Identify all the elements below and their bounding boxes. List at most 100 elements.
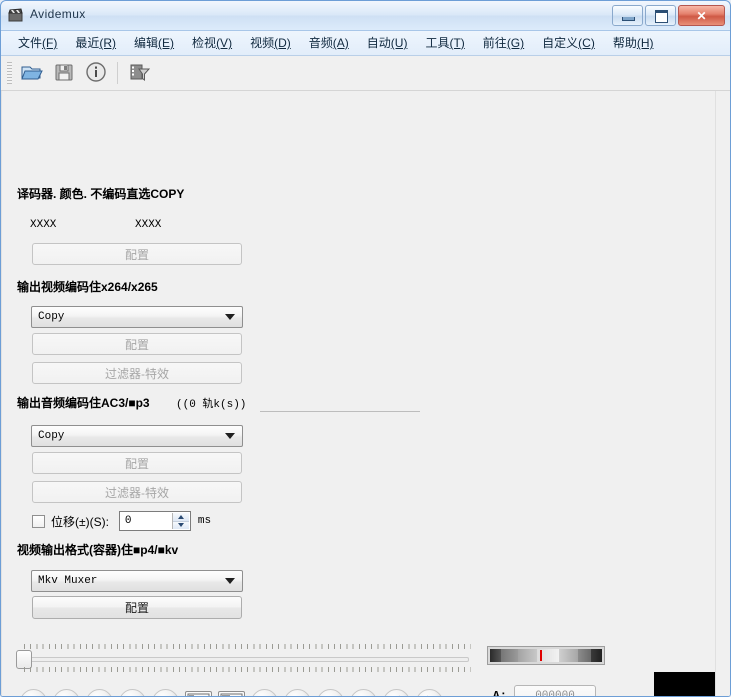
video-configure-label: 配置 (124, 337, 149, 352)
strip-segment (578, 649, 591, 662)
menu-item-auto[interactable]: 自动(U) (358, 31, 417, 55)
menu-label: 视频 (250, 36, 275, 50)
menu-mnemonic: (U) (390, 36, 408, 50)
menu-label: 自动 (366, 36, 391, 50)
title-bar: Avidemux ✕ (1, 1, 730, 31)
menu-item-help[interactable]: 帮助(H) (604, 31, 663, 55)
main-content: 译码器. 颜色. 不编码直选COPY XXXX XXXX 配置 输出视频编码住x… (1, 91, 730, 696)
strip-segment (490, 649, 502, 662)
filters-button[interactable] (123, 58, 155, 88)
menu-item-custom[interactable]: 自定义(C) (533, 31, 604, 55)
save-file-button[interactable] (48, 58, 80, 88)
stepper-up-icon[interactable] (172, 513, 189, 521)
info-button[interactable] (80, 58, 112, 88)
marker-a-field[interactable]: 000000 (514, 685, 596, 696)
rewind-button[interactable] (119, 689, 146, 696)
slider-ticks-top (24, 644, 471, 649)
menu-item-audio[interactable]: 音频(A) (300, 31, 358, 55)
previous-button[interactable] (53, 689, 80, 696)
audio-codec-select[interactable]: Copy (31, 425, 243, 447)
container-muxer-select[interactable]: Mkv Muxer (31, 570, 243, 592)
open-file-icon (21, 62, 43, 85)
go-selection-end-button[interactable] (284, 689, 311, 696)
menu-item-file[interactable]: 文件(F) (9, 31, 66, 55)
menu-label: 自定义 (542, 36, 579, 50)
menu-item-video[interactable]: 视频(D) (241, 31, 300, 55)
decoder-heading: 译码器. 颜色. 不编码直选COPY (17, 187, 185, 201)
back-60-button[interactable]: 60 (383, 689, 410, 696)
audio-shift-value: 0 (124, 515, 132, 527)
strip-segment (559, 649, 579, 662)
audio-shift-input[interactable]: 0 (118, 511, 191, 531)
minimize-button[interactable] (612, 5, 643, 26)
open-file-button[interactable] (16, 58, 48, 88)
decoder-configure-label: 配置 (124, 247, 149, 262)
seek-slider[interactable] (16, 644, 471, 672)
video-codec-value: Copy (38, 311, 65, 323)
slider-groove[interactable] (24, 657, 469, 662)
forward-60-button[interactable]: 60 (416, 689, 443, 696)
info-icon (85, 61, 107, 86)
menu-label: 帮助 (612, 36, 637, 50)
next-keyframe-button[interactable] (350, 689, 377, 696)
menu-mnemonic: (E) (158, 36, 175, 50)
audio-configure-button[interactable]: 配置 (32, 452, 242, 474)
play-button[interactable] (20, 689, 47, 696)
video-filters-button[interactable]: 过滤器-特效 (32, 362, 242, 384)
video-codec-select[interactable]: Copy (31, 306, 243, 328)
audio-filters-label: 过滤器-特效 (105, 485, 169, 500)
close-icon: ✕ (696, 8, 707, 23)
forward-button[interactable] (152, 689, 179, 696)
menu-mnemonic: (G) (506, 36, 525, 50)
audio-shift-stepper[interactable] (171, 513, 189, 529)
go-selection-start-button[interactable] (251, 689, 278, 696)
marker-a-row: A: 000000 (485, 685, 596, 696)
audio-codec-value: Copy (38, 430, 65, 442)
audio-track-count: ((0 轨k(s)) (176, 399, 247, 411)
menu-label: 检视 (192, 36, 217, 50)
position-marker (540, 650, 542, 661)
menu-mnemonic: (C) (578, 36, 595, 50)
transport-controls: A B (20, 689, 443, 696)
app-icon (8, 7, 24, 23)
marker-b-button[interactable]: B (218, 690, 245, 696)
video-configure-button[interactable]: 配置 (32, 333, 242, 355)
menu-item-edit[interactable]: 编辑(E) (125, 31, 183, 55)
chevron-down-icon (225, 314, 235, 320)
chevron-down-icon (225, 433, 235, 439)
minimize-icon (622, 17, 635, 21)
video-heading: 输出视频编码住x264/x265 (17, 280, 158, 294)
audio-shift-unit: ms (197, 515, 212, 527)
filters-icon (128, 62, 151, 85)
menu-mnemonic: (T) (449, 36, 465, 50)
audio-filters-button[interactable]: 过滤器-特效 (32, 481, 242, 503)
marker-a-button[interactable]: A (185, 690, 212, 696)
maximize-button[interactable] (645, 5, 676, 26)
audio-shift-checkbox[interactable] (32, 514, 45, 528)
menu-label: 编辑 (134, 36, 159, 50)
menu-item-goto[interactable]: 前往(G) (474, 31, 533, 55)
vertical-scrollbar[interactable] (715, 91, 730, 696)
container-heading: 视频输出格式(容器)住■p4/■kv (17, 543, 179, 557)
decoder-value-right: XXXX (135, 219, 162, 231)
toolbar-grip[interactable] (7, 62, 12, 84)
navigation-strip[interactable] (487, 646, 605, 665)
window-buttons: ✕ (612, 5, 725, 26)
toolbar (1, 56, 730, 91)
menu-item-view[interactable]: 检视(V) (183, 31, 241, 55)
menu-item-recent[interactable]: 最近(R) (66, 31, 125, 55)
previous-keyframe-button[interactable] (317, 689, 344, 696)
stepper-down-icon[interactable] (172, 520, 189, 529)
strip-segment (517, 649, 538, 662)
chevron-down-icon (225, 578, 235, 584)
menu-mnemonic: (F) (42, 36, 58, 50)
next-button[interactable] (86, 689, 113, 696)
menu-label: 最近 (75, 36, 100, 50)
close-button[interactable]: ✕ (678, 5, 725, 26)
audio-shift-label: 位移(±)(S): (51, 514, 109, 529)
decoder-configure-button[interactable]: 配置 (32, 243, 242, 265)
container-configure-button[interactable]: 配置 (32, 596, 242, 619)
toolbar-separator (117, 62, 118, 84)
menu-item-tools[interactable]: 工具(T) (416, 31, 473, 55)
menu-mnemonic: (V) (216, 36, 233, 50)
